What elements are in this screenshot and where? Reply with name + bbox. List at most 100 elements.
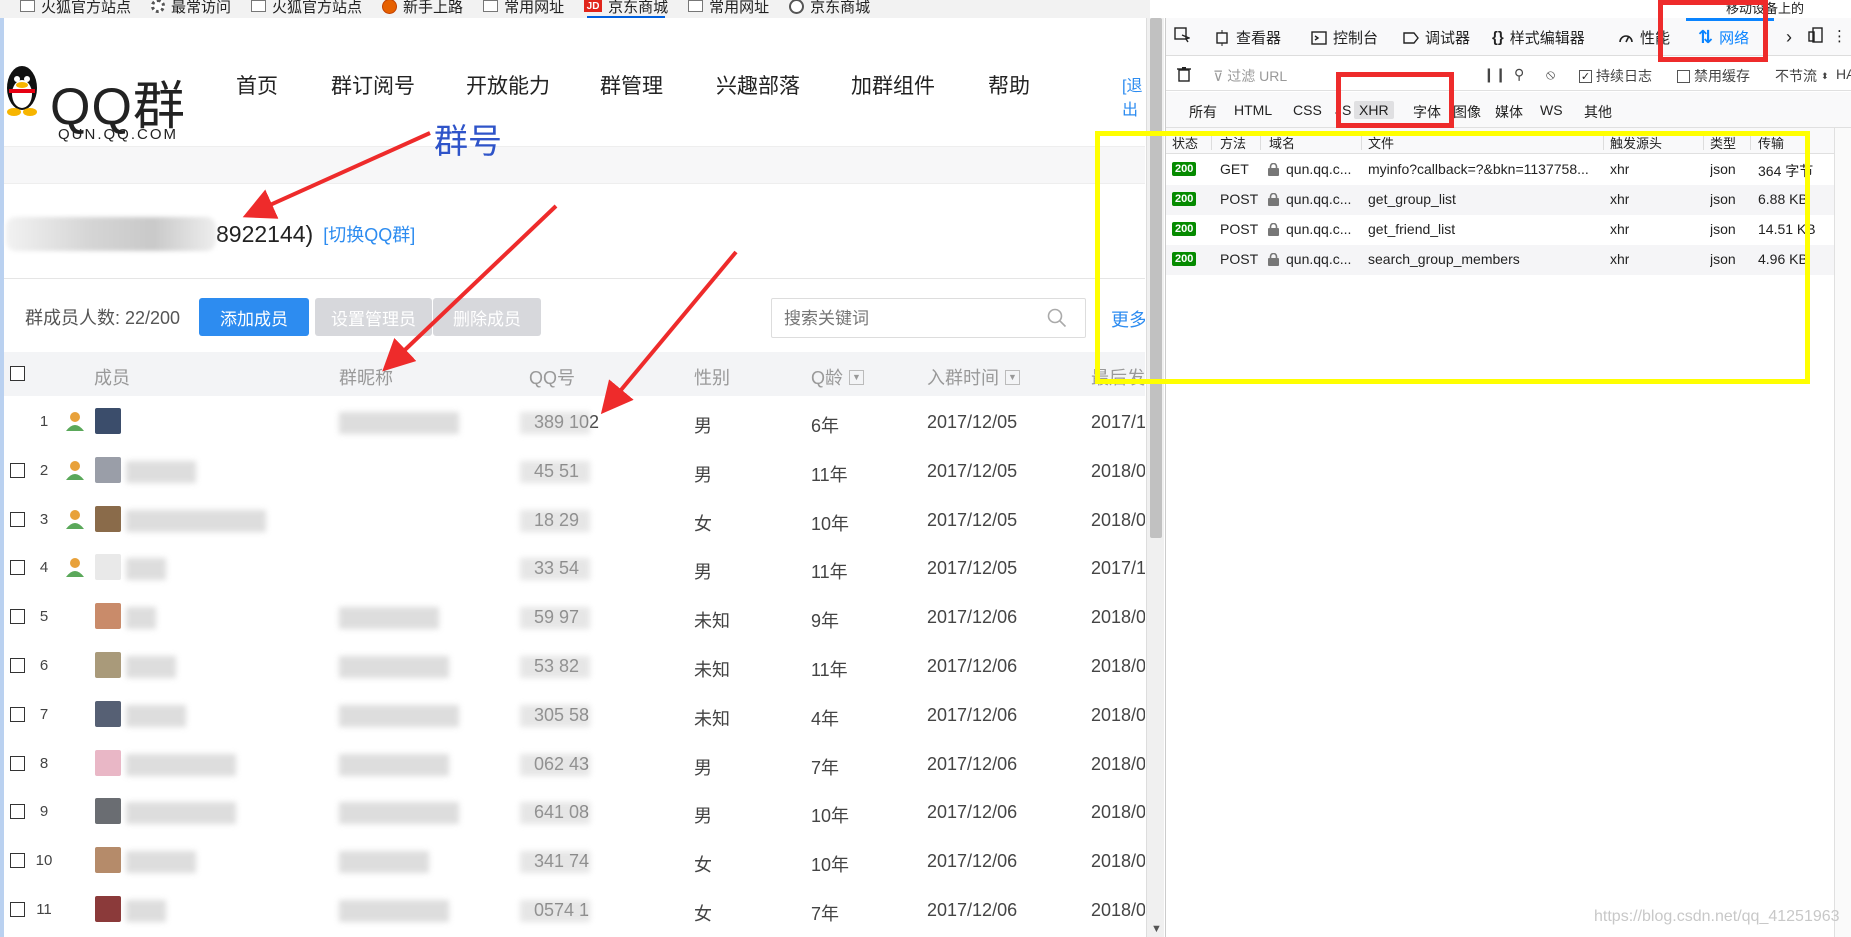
type-filter-媒体[interactable]: 媒体 (1490, 101, 1528, 123)
last-speak-date: 2018/0 (1091, 851, 1145, 872)
type-filter-所有[interactable]: 所有 (1184, 101, 1222, 123)
add-member-button[interactable]: 添加成员 (199, 298, 309, 336)
watermark: https://blog.csdn.net/qq_41251963 (1594, 908, 1840, 925)
table-row[interactable]: 10341 74女10年2017/12/062018/0 (4, 837, 1145, 886)
disable-cache-checkbox[interactable]: 禁用缓存 (1677, 66, 1750, 86)
table-row[interactable]: 318 29女10年2017/12/052018/0 (4, 496, 1145, 545)
row-checkbox[interactable] (10, 560, 25, 576)
redacted-nickname (339, 412, 459, 434)
row-checkbox[interactable] (10, 511, 25, 527)
nav-subscription[interactable]: 群订阅号 (331, 70, 415, 100)
nav-interest-tribe[interactable]: 兴趣部落 (716, 70, 800, 100)
delete-member-button[interactable]: 删除成员 (433, 298, 541, 336)
type-filter-html[interactable]: HTML (1229, 101, 1277, 119)
redacted-group-name (6, 217, 216, 251)
avatar[interactable] (95, 895, 121, 922)
throttle-select[interactable]: 不节流 ⬍ (1775, 66, 1829, 86)
responsive-design-button[interactable] (1808, 27, 1824, 43)
last-speak-date: 2018/0 (1091, 607, 1145, 628)
persist-log-checkbox[interactable]: 持续日志 (1579, 66, 1652, 86)
group-title: 8922144) [切换QQ群] (6, 214, 415, 254)
q-age: 10年 (811, 855, 850, 876)
har-menu[interactable]: HA (1836, 66, 1851, 82)
redacted-nickname (339, 851, 429, 874)
clear-log-button[interactable] (1176, 66, 1192, 82)
col-qage[interactable]: Q龄 ▼ (811, 364, 865, 390)
table-row[interactable]: 1389 102男6年2017/12/052017/1 (4, 398, 1145, 447)
row-checkbox[interactable] (10, 804, 25, 820)
row-number: 11 (36, 900, 52, 918)
bookmark-item[interactable]: 常用网址 (688, 0, 769, 17)
set-admin-button[interactable]: 设置管理员 (315, 298, 432, 336)
tab-inspector[interactable]: 查看器 (1214, 27, 1281, 48)
row-checkbox[interactable] (10, 462, 25, 478)
devtools-menu-button[interactable]: ⋮ (1832, 27, 1847, 45)
row-checkbox[interactable] (10, 657, 25, 673)
q-age: 11年 (811, 464, 848, 485)
table-row[interactable]: 433 54男11年2017/12/052017/1 (4, 544, 1145, 593)
row-checkbox[interactable] (10, 853, 25, 869)
scroll-down-arrow[interactable]: ▼ (1151, 923, 1162, 935)
avatar[interactable] (95, 456, 121, 483)
tab-console[interactable]: 控制台 (1311, 27, 1378, 48)
globe-icon (789, 0, 805, 14)
table-row[interactable]: 559 97未知9年2017/12/062018/0 (4, 593, 1145, 642)
table-row[interactable]: 653 82未知11年2017/12/062018/0 (4, 642, 1145, 691)
tab-style-editor[interactable]: {} 样式编辑器 (1492, 27, 1585, 48)
avatar[interactable] (95, 408, 121, 434)
pause-button[interactable]: ❙❙ (1483, 66, 1506, 83)
nav-open-ability[interactable]: 开放能力 (466, 70, 550, 100)
bookmark-item[interactable]: JD 京东商城 (584, 0, 668, 17)
avatar[interactable] (95, 700, 121, 727)
nav-help[interactable]: 帮助 (988, 70, 1030, 100)
search-requests-button[interactable]: ⚲ (1514, 66, 1524, 83)
col-join-time[interactable]: 入群时间 ▼ (927, 364, 1020, 390)
search-input[interactable] (784, 307, 1034, 331)
switch-group-link[interactable]: [切换QQ群] (323, 221, 415, 247)
avatar[interactable] (95, 749, 121, 776)
last-speak-date: 2018/0 (1091, 655, 1145, 676)
request-list-scrollbar[interactable] (1834, 128, 1851, 937)
avatar[interactable] (95, 798, 121, 825)
gender: 未知 (694, 708, 730, 729)
bookmark-item[interactable]: 新手上路 (382, 0, 463, 17)
avatar[interactable] (95, 651, 121, 678)
avatar[interactable] (95, 554, 121, 581)
nav-join-widget[interactable]: 加群组件 (851, 70, 935, 100)
type-filter-css[interactable]: CSS (1288, 101, 1327, 119)
block-button[interactable]: ⦸ (1546, 66, 1555, 83)
element-picker-button[interactable] (1174, 27, 1190, 43)
admin-role-icon (66, 412, 84, 431)
table-row[interactable]: 245 51男11年2017/12/052018/0 (4, 447, 1145, 496)
type-filter-ws[interactable]: WS (1535, 101, 1568, 119)
url-filter[interactable]: ⊽ 过滤 URL (1213, 66, 1287, 86)
bookmark-item[interactable]: 最常访问 (151, 0, 231, 17)
select-all-checkbox[interactable] (10, 366, 25, 381)
bookmark-item[interactable]: 京东商城 (789, 0, 870, 17)
type-filter-其他[interactable]: 其他 (1579, 101, 1617, 123)
row-checkbox[interactable] (10, 609, 25, 625)
table-row[interactable]: 9641 08男10年2017/12/062018/0 (4, 788, 1145, 837)
nav-group-manage[interactable]: 群管理 (600, 70, 663, 100)
sub-header-band (4, 146, 1145, 184)
avatar[interactable] (95, 603, 121, 630)
nav-home[interactable]: 首页 (236, 70, 278, 100)
avatar[interactable] (95, 505, 121, 532)
search-icon[interactable] (1047, 308, 1067, 328)
more-tabs-button[interactable]: › (1786, 27, 1792, 48)
bookmark-item[interactable]: 火狐官方站点 (20, 0, 131, 17)
tab-debugger[interactable]: 调试器 (1403, 27, 1470, 48)
table-row[interactable]: 8062 43男7年2017/12/062018/0 (4, 740, 1145, 789)
avatar[interactable] (95, 847, 121, 874)
table-row[interactable]: 110574 1女7年2017/12/062018/0 (4, 886, 1145, 935)
table-row[interactable]: 7305 58未知4年2017/12/062018/0 (4, 691, 1145, 740)
row-checkbox[interactable] (10, 706, 25, 722)
row-checkbox[interactable] (10, 755, 25, 771)
bookmark-item[interactable]: 常用网址 (483, 0, 564, 17)
join-date: 2017/12/06 (927, 851, 1018, 872)
logout-link[interactable]: [退出 (1122, 72, 1145, 120)
row-checkbox[interactable] (10, 901, 25, 917)
inspector-icon (1216, 29, 1228, 46)
bookmark-item[interactable]: 火狐官方站点 (251, 0, 362, 17)
redacted-qq-part (520, 655, 590, 678)
